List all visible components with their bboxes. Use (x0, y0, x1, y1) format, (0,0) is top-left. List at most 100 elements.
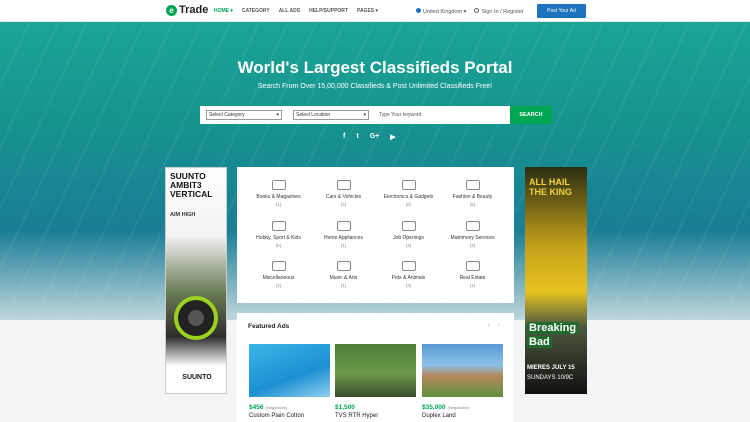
logo[interactable]: e Trade (166, 4, 208, 16)
category-count: (1) (469, 283, 476, 288)
featured-title: Featured Ads (248, 323, 290, 330)
category-item[interactable]: Fashion & Beauty (5) (438, 180, 507, 207)
house-icon (465, 261, 480, 271)
kite-icon (271, 221, 286, 231)
ad-name: Duplex Land (422, 413, 456, 419)
category-count: (5) (275, 243, 282, 248)
category-name: Fashion & Beauty (452, 194, 493, 200)
category-name: Pets & Animals (391, 275, 426, 281)
category-item[interactable]: Job Openings (4) (374, 221, 443, 248)
signin-link[interactable]: Sign In / Register (474, 7, 524, 15)
category-name: Books & Magazines (256, 194, 301, 200)
logo-icon: e (166, 4, 177, 16)
country-selector[interactable]: United Kingdom ▾ (416, 7, 467, 15)
right-banner-ad[interactable]: ALL HAIL THE KING Breaking Bad MIERES JU… (525, 167, 587, 394)
nav-help-support[interactable]: HELP/SUPPORT (309, 8, 348, 14)
ad-right-title: ALL HAIL THE KING (529, 177, 573, 197)
ad-name: TVS RTR Hyper (335, 413, 379, 419)
category-item[interactable]: Music & Arts (1) (309, 261, 378, 288)
twitter-icon[interactable]: t (356, 133, 358, 141)
main-nav: HOME ▾ CATEGORY ALL ADS HELP/SUPPORT PAG… (214, 0, 378, 22)
category-item[interactable]: Cars & Vehicles (4) (309, 180, 378, 207)
category-name: Real Estate (459, 275, 486, 281)
keyword-input[interactable]: Type Your keyword (379, 112, 495, 118)
category-item[interactable]: Miscellaneous (2) (244, 261, 313, 288)
misc-icon (271, 261, 286, 271)
category-count: (1) (340, 283, 347, 288)
category-count: (6) (405, 202, 412, 207)
category-item[interactable]: Electronics & Gadgets (6) (374, 180, 443, 207)
ad-price: $456 (Negotiable) (249, 404, 330, 411)
country-label: United Kingdom ▾ (423, 8, 467, 15)
flag-icon (416, 7, 421, 13)
ad-right-date: MIERES JULY 15 (527, 365, 575, 371)
search-button[interactable]: SEARCH (510, 106, 552, 124)
category-item[interactable]: Hobby, Sport & Kids (5) (244, 221, 313, 248)
category-name: Cars & Vehicles (325, 194, 362, 200)
category-item[interactable]: Real Estate (1) (438, 261, 507, 288)
book-icon (271, 180, 286, 190)
header-right: United Kingdom ▾ Sign In / Register (416, 0, 524, 22)
post-ad-button[interactable]: Post Your Ad (537, 4, 586, 18)
location-select[interactable]: Select Location (293, 110, 369, 120)
category-count: (4) (340, 202, 347, 207)
carousel-arrows: ‹ › (487, 322, 500, 329)
ad-name: Custom Plain Cotton (249, 413, 305, 419)
ad-price: $35,000 (Negotiable) (422, 404, 503, 411)
ad-image-house (422, 344, 503, 397)
featured-ad-card[interactable]: $456 (Negotiable) Custom Plain Cotton (249, 344, 330, 419)
briefcase-icon (401, 221, 416, 231)
left-banner-ad[interactable]: SUUNTO AMBIT3 VERTICAL AIM HIGH SUUNTO (165, 167, 227, 394)
logo-word-2: Bad (527, 336, 552, 348)
category-name: Matrimony Services (450, 235, 495, 241)
category-select[interactable]: Select Category (206, 110, 282, 120)
category-name: Home Appliances (324, 235, 363, 241)
user-icon (474, 7, 480, 13)
hero-subtitle: Search From Over 15,00,000 Classifieds &… (257, 83, 493, 90)
top-header: e Trade HOME ▾ CATEGORY ALL ADS HELP/SUP… (0, 0, 750, 22)
social-links: f t G+ ▶ (343, 133, 396, 141)
appliance-icon (336, 221, 351, 231)
youtube-icon[interactable]: ▶ (390, 133, 395, 141)
ad-right-time: SUNDAYS 10/9C (527, 375, 574, 381)
search-bar: Select Category Select Location Type You… (200, 106, 552, 124)
category-name: Hobby, Sport & Kids (256, 235, 301, 241)
category-item[interactable]: Home Appliances (1) (309, 221, 378, 248)
ad-left-title: SUUNTO AMBIT3 VERTICAL (170, 171, 213, 199)
watch-image (174, 296, 218, 340)
paw-icon (401, 261, 416, 271)
category-item[interactable]: Matrimony Services (2) (438, 221, 507, 248)
category-count: (3) (405, 283, 412, 288)
ad-price: $1,500 (335, 404, 416, 411)
next-arrow-icon[interactable]: › (498, 322, 500, 329)
featured-ad-card[interactable]: $35,000 (Negotiable) Duplex Land (422, 344, 503, 419)
category-count: (4) (405, 243, 412, 248)
ad-left-sub: AIM HIGH (170, 212, 196, 218)
category-name: Miscellaneous (262, 275, 295, 281)
ad-image-pool (249, 344, 330, 397)
nav-category[interactable]: CATEGORY (242, 8, 270, 14)
shirt-icon (465, 180, 480, 190)
featured-ad-card[interactable]: $1,500 TVS RTR Hyper (335, 344, 416, 419)
nav-home[interactable]: HOME ▾ (214, 8, 233, 14)
category-item[interactable]: Books & Magazines (1) (244, 180, 313, 207)
price-tag: (Negotiable) (447, 405, 470, 410)
category-count: (2) (275, 283, 282, 288)
google-plus-icon[interactable]: G+ (370, 133, 380, 141)
ad-left-brand: SUUNTO (182, 374, 212, 381)
facebook-icon[interactable]: f (343, 133, 345, 141)
prev-arrow-icon[interactable]: ‹ (487, 322, 489, 329)
featured-ads-panel: Featured Ads ‹ › $456 (Negotiable) Custom… (237, 313, 514, 422)
nav-all-ads[interactable]: ALL ADS (279, 8, 300, 14)
price-tag: (Negotiable) (265, 405, 288, 410)
nav-pages[interactable]: PAGES ▾ (357, 8, 378, 14)
category-count: (1) (275, 202, 282, 207)
hero-title: World's Largest Classifieds Portal (237, 58, 513, 77)
category-count: (1) (340, 243, 347, 248)
ad-image-bike (335, 344, 416, 397)
category-name: Music & Arts (329, 275, 358, 281)
categories-panel: Books & Magazines (1) Cars & Vehicles (4) … (237, 167, 514, 303)
car-icon (336, 180, 351, 190)
music-icon (336, 261, 351, 271)
category-item[interactable]: Pets & Animals (3) (374, 261, 443, 288)
